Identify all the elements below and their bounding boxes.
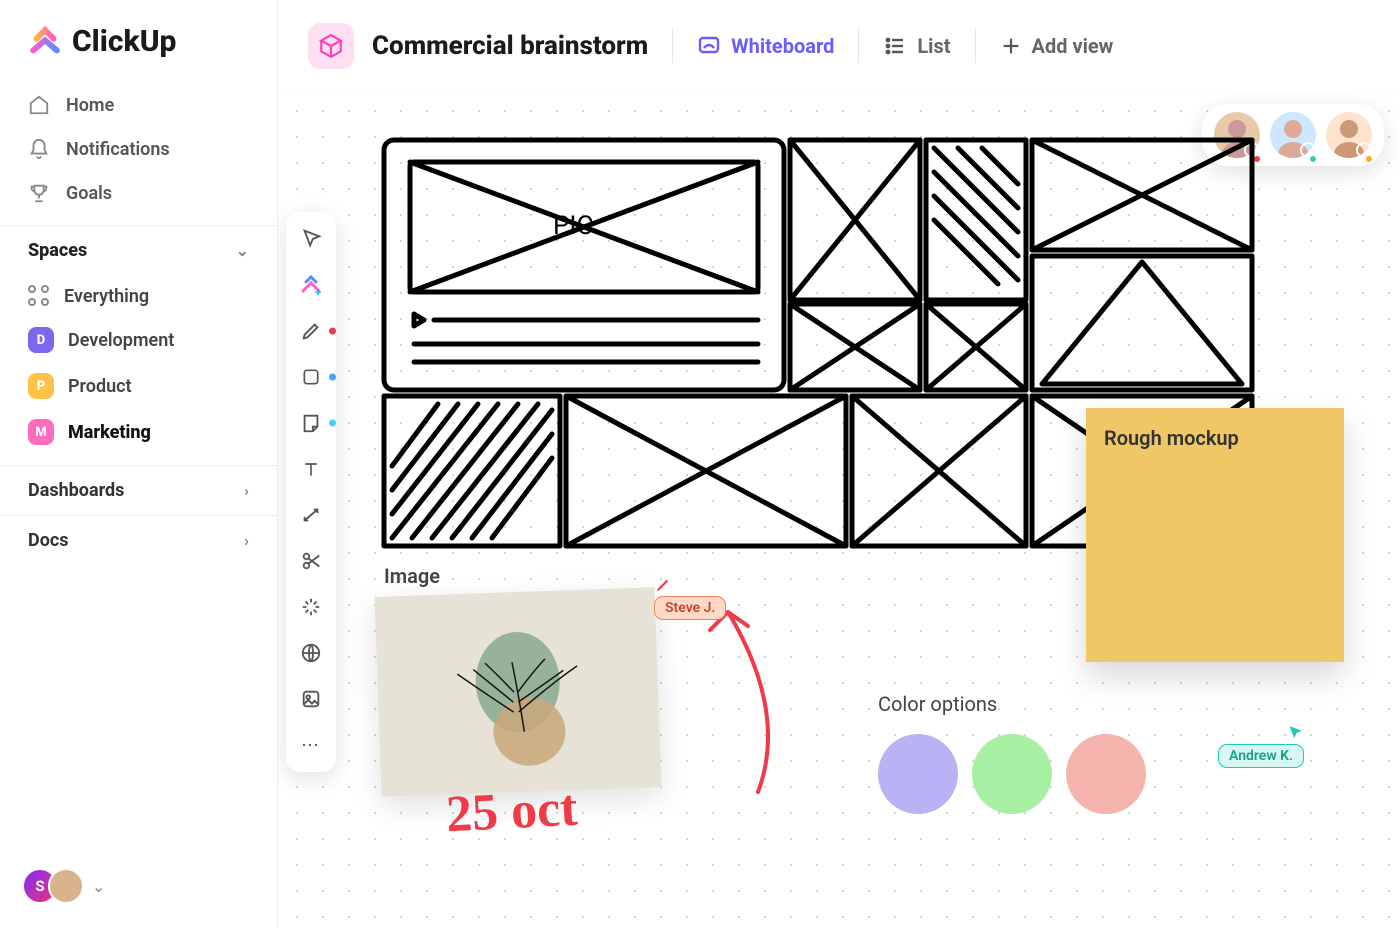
cursor-label: Steve J. bbox=[654, 596, 726, 620]
chevron-down-icon: ⌄ bbox=[236, 241, 249, 260]
space-label: Marketing bbox=[68, 422, 151, 443]
space-badge-icon: P bbox=[28, 373, 54, 399]
space-badge-icon: M bbox=[28, 419, 54, 445]
scissors-tool[interactable] bbox=[298, 548, 324, 574]
connector-tool[interactable] bbox=[298, 502, 324, 528]
spaces-section-header[interactable]: Spaces ⌄ bbox=[0, 225, 277, 275]
project-icon[interactable] bbox=[308, 23, 354, 69]
select-tool[interactable] bbox=[298, 226, 324, 252]
chevron-right-icon: › bbox=[244, 481, 249, 500]
avatar bbox=[48, 868, 84, 904]
pen-tool[interactable] bbox=[298, 318, 324, 344]
view-list[interactable]: List bbox=[883, 34, 950, 58]
nav-home[interactable]: Home bbox=[0, 83, 277, 127]
canvas-toolbox: + ⋯ bbox=[286, 212, 336, 772]
divider bbox=[858, 29, 859, 63]
web-tool[interactable] bbox=[298, 640, 324, 666]
nav-notifications[interactable]: Notifications bbox=[0, 127, 277, 171]
color-swatch[interactable] bbox=[878, 734, 958, 814]
sticky-text: Rough mockup bbox=[1104, 426, 1239, 450]
color-swatch[interactable] bbox=[1066, 734, 1146, 814]
space-development[interactable]: D Development bbox=[0, 317, 277, 363]
sparkle-tool[interactable] bbox=[298, 594, 324, 620]
view-label: List bbox=[917, 34, 950, 58]
chevron-down-icon: ⌄ bbox=[92, 877, 105, 896]
view-whiteboard[interactable]: Whiteboard bbox=[697, 34, 834, 58]
svg-text:PIC: PIC bbox=[553, 211, 593, 241]
view-label: Whiteboard bbox=[731, 34, 834, 58]
add-view-button[interactable]: Add view bbox=[1000, 34, 1114, 58]
more-tools[interactable]: ⋯ bbox=[298, 732, 324, 758]
page-title: Commercial brainstorm bbox=[372, 31, 648, 61]
text-tool[interactable] bbox=[298, 456, 324, 482]
cursor-steve: Steve J. bbox=[654, 576, 726, 620]
nav-label: Goals bbox=[66, 183, 112, 204]
cursor-label: Andrew K. bbox=[1218, 744, 1304, 768]
spaces-label: Spaces bbox=[28, 240, 87, 261]
sidebar: ClickUp Home Notifications Goals Spaces … bbox=[0, 0, 278, 928]
divider bbox=[975, 29, 976, 63]
avatar bbox=[1270, 112, 1316, 158]
header: Commercial brainstorm Whiteboard List Ad… bbox=[278, 0, 1400, 92]
cursor-andrew: Andrew K. bbox=[1218, 724, 1304, 768]
space-label: Product bbox=[68, 376, 132, 397]
avatar-status-dots bbox=[1252, 154, 1374, 164]
shape-tool[interactable] bbox=[298, 364, 324, 390]
docs-label: Docs bbox=[28, 530, 68, 551]
nav-label: Home bbox=[66, 95, 114, 116]
plus-icon bbox=[1000, 35, 1022, 57]
space-label: Development bbox=[68, 330, 174, 351]
space-product[interactable]: P Product bbox=[0, 363, 277, 409]
user-avatar-stack[interactable]: S ⌄ bbox=[22, 868, 105, 904]
image-tool[interactable] bbox=[298, 686, 324, 712]
svg-text:+: + bbox=[315, 286, 321, 297]
nav-dashboards[interactable]: Dashboards › bbox=[0, 465, 277, 515]
bell-icon bbox=[28, 138, 50, 160]
list-icon bbox=[883, 34, 907, 58]
sticky-note-tool[interactable] bbox=[298, 410, 324, 436]
everything-icon bbox=[28, 285, 50, 307]
home-icon bbox=[28, 94, 50, 116]
brand-logo[interactable]: ClickUp bbox=[0, 24, 277, 83]
nav-label: Notifications bbox=[66, 139, 170, 160]
whiteboard-icon bbox=[697, 34, 721, 58]
color-swatch[interactable] bbox=[972, 734, 1052, 814]
dashboards-label: Dashboards bbox=[28, 480, 124, 501]
avatar bbox=[1326, 112, 1372, 158]
chevron-right-icon: › bbox=[244, 531, 249, 550]
sticky-note[interactable]: Rough mockup bbox=[1086, 408, 1344, 662]
color-options-title: Color options bbox=[878, 692, 1146, 716]
nav-goals[interactable]: Goals bbox=[0, 171, 277, 215]
nav-docs[interactable]: Docs › bbox=[0, 515, 277, 565]
whiteboard-canvas[interactable]: + ⋯ PIC bbox=[278, 92, 1400, 928]
view-label: Add view bbox=[1032, 34, 1114, 58]
trophy-icon bbox=[28, 182, 50, 204]
handwritten-date: 25 oct bbox=[445, 779, 579, 845]
brand-name: ClickUp bbox=[72, 24, 176, 59]
pencil-cursor-icon bbox=[654, 576, 672, 594]
pointer-cursor-icon bbox=[1286, 724, 1304, 742]
color-options: Color options bbox=[878, 692, 1146, 814]
space-label: Everything bbox=[64, 286, 149, 307]
space-badge-icon: D bbox=[28, 327, 54, 353]
logo-mark-icon bbox=[28, 25, 62, 59]
space-everything[interactable]: Everything bbox=[0, 275, 277, 317]
image-placeholder[interactable] bbox=[375, 587, 662, 797]
divider bbox=[672, 29, 673, 63]
image-label: Image bbox=[384, 564, 440, 588]
space-marketing[interactable]: M Marketing bbox=[0, 409, 277, 455]
task-tool[interactable]: + bbox=[298, 272, 324, 298]
